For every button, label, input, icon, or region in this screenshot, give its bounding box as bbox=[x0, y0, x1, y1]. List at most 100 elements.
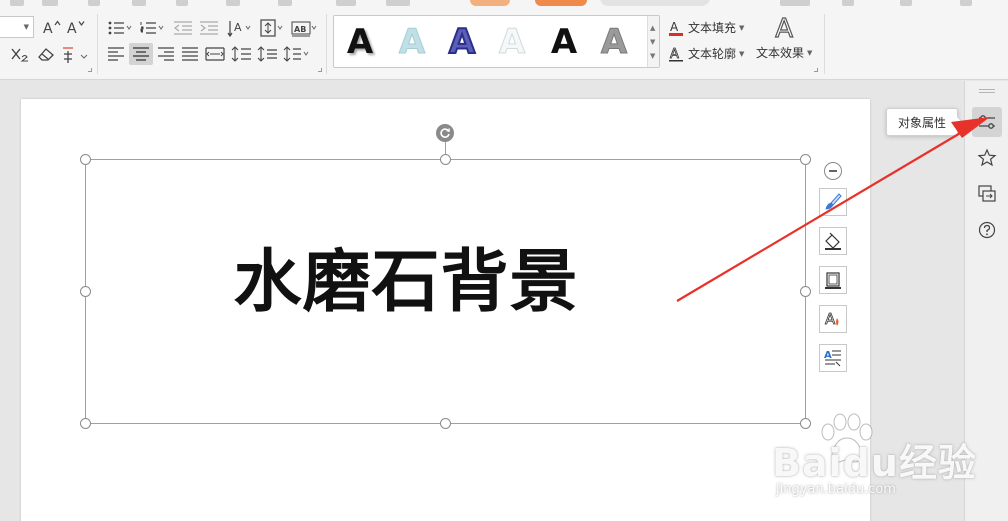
grow-font-icon: A bbox=[43, 20, 61, 35]
text-wrap-button[interactable]: A bbox=[819, 344, 847, 372]
subscript-button[interactable] bbox=[8, 45, 32, 63]
shrink-font-button[interactable]: A bbox=[66, 17, 86, 37]
shape-style-button[interactable] bbox=[819, 188, 847, 216]
text-box-content[interactable]: 水磨石背景 bbox=[85, 248, 727, 316]
paragraph-options-button[interactable] bbox=[282, 44, 312, 64]
paragraph-dialog-launcher[interactable] bbox=[318, 68, 322, 72]
animation-button[interactable] bbox=[972, 143, 1002, 173]
resize-handle-bottom[interactable] bbox=[440, 418, 451, 429]
text-style-option[interactable]: A bbox=[492, 20, 532, 64]
resize-handle-right[interactable] bbox=[800, 286, 811, 297]
resize-handle-top-right[interactable] bbox=[800, 154, 811, 165]
menu-item-cropped[interactable] bbox=[88, 0, 100, 6]
menu-item-cropped[interactable] bbox=[336, 0, 356, 6]
text-outline-icon: A bbox=[669, 46, 683, 62]
shape-fill-button[interactable] bbox=[819, 227, 847, 255]
menu-item-cropped[interactable] bbox=[900, 0, 912, 6]
column-text-icon: AB bbox=[291, 21, 317, 37]
text-style-option[interactable]: A bbox=[340, 20, 380, 64]
help-button[interactable] bbox=[972, 215, 1002, 245]
increase-indent-icon bbox=[200, 21, 218, 35]
text-effect-quick-button[interactable]: A bbox=[819, 305, 847, 333]
align-left-icon bbox=[108, 47, 124, 61]
svg-text:A: A bbox=[670, 20, 679, 34]
grow-font-button[interactable]: A bbox=[42, 17, 62, 37]
menu-tab-highlight-cropped[interactable] bbox=[535, 0, 587, 6]
resize-handle-top-left[interactable] bbox=[80, 154, 91, 165]
menu-icon-cropped[interactable] bbox=[10, 0, 24, 6]
svg-text:A: A bbox=[670, 47, 679, 62]
text-fill-button[interactable]: A 文本填充 ▼ bbox=[668, 19, 744, 36]
svg-text:A: A bbox=[825, 310, 836, 328]
ribbon-toolbar: ▼ A A A AB A A A A A A ▲ ▼ ▼ A 文本填充 ▼ A … bbox=[0, 0, 1008, 80]
gallery-scrollbar[interactable]: ▲ ▼ ▼ bbox=[647, 16, 659, 67]
svg-text:A: A bbox=[67, 21, 77, 35]
chevron-down-icon[interactable]: ▼ bbox=[650, 38, 655, 46]
search-box-cropped[interactable] bbox=[600, 0, 710, 6]
tooltip-text: 对象属性 bbox=[897, 115, 946, 130]
text-style-dialog-launcher[interactable] bbox=[814, 68, 818, 72]
svg-text:A: A bbox=[43, 21, 53, 35]
chevron-down-icon: ▼ bbox=[807, 48, 813, 57]
phonetic-guide-icon bbox=[63, 47, 88, 63]
object-properties-button[interactable] bbox=[972, 107, 1002, 137]
watermark-brand: Baidu经验 bbox=[772, 441, 977, 485]
resize-handle-left[interactable] bbox=[80, 286, 91, 297]
shape-outline-button[interactable] bbox=[819, 266, 847, 294]
more-icon[interactable]: ▼ bbox=[650, 52, 655, 60]
menu-item-cropped[interactable] bbox=[132, 0, 146, 6]
svg-text:A: A bbox=[234, 21, 242, 34]
text-direction-icon: A bbox=[227, 21, 251, 38]
menu-item-cropped[interactable] bbox=[842, 0, 854, 6]
text-align-vertical-button[interactable] bbox=[258, 17, 286, 39]
brush-icon bbox=[825, 193, 842, 210]
resize-handle-bottom-left[interactable] bbox=[80, 418, 91, 429]
text-style-option[interactable]: A bbox=[544, 20, 584, 64]
menu-item-cropped[interactable] bbox=[226, 0, 240, 6]
text-style-option[interactable]: A bbox=[442, 20, 482, 64]
align-right-button[interactable] bbox=[156, 44, 176, 64]
text-outline-button[interactable]: A 文本轮廓 ▼ bbox=[668, 45, 744, 62]
menu-item-cropped[interactable] bbox=[176, 0, 188, 6]
menu-item-cropped[interactable] bbox=[42, 0, 58, 6]
align-left-button[interactable] bbox=[106, 44, 126, 64]
resize-handle-top[interactable] bbox=[440, 154, 451, 165]
font-dialog-launcher[interactable] bbox=[88, 68, 92, 72]
outline-icon bbox=[825, 272, 841, 289]
align-center-button[interactable] bbox=[129, 43, 153, 65]
column-text-button[interactable]: AB bbox=[290, 17, 320, 39]
font-size-select[interactable]: ▼ bbox=[0, 16, 34, 38]
collapse-quick-toolbar-button[interactable] bbox=[824, 162, 842, 180]
rotate-icon bbox=[440, 128, 450, 138]
bullet-list-button[interactable] bbox=[106, 18, 134, 38]
object-properties-tooltip: 对象属性 bbox=[886, 108, 958, 136]
chevron-up-icon[interactable]: ▲ bbox=[650, 24, 655, 32]
paragraph-options-icon bbox=[283, 46, 309, 62]
phonetic-guide-button[interactable] bbox=[60, 44, 90, 64]
sliders-icon bbox=[979, 115, 995, 129]
menu-item-cropped[interactable] bbox=[278, 0, 292, 6]
slide-transition-button[interactable] bbox=[972, 179, 1002, 209]
numbered-list-button[interactable] bbox=[138, 18, 166, 38]
svg-text:AB: AB bbox=[294, 25, 306, 34]
decrease-indent-button[interactable] bbox=[172, 18, 194, 38]
sidebar-grip[interactable] bbox=[979, 89, 995, 90]
group-separator bbox=[824, 14, 825, 74]
paragraph-spacing-button[interactable] bbox=[256, 44, 280, 64]
text-style-option[interactable]: A bbox=[594, 20, 634, 64]
increase-indent-button[interactable] bbox=[198, 18, 220, 38]
rotate-handle[interactable] bbox=[436, 124, 454, 142]
menu-item-cropped[interactable] bbox=[960, 0, 972, 6]
justify-button[interactable] bbox=[180, 44, 200, 64]
menu-tab-cropped[interactable] bbox=[470, 0, 510, 6]
shrink-font-icon: A bbox=[67, 21, 85, 35]
clear-format-button[interactable] bbox=[36, 45, 56, 63]
numbered-list-icon bbox=[140, 22, 164, 34]
text-style-option[interactable]: A bbox=[392, 20, 432, 64]
text-effect-button[interactable]: A 文本效果 ▼ bbox=[756, 15, 813, 61]
menu-item-cropped[interactable] bbox=[386, 0, 410, 6]
line-spacing-button[interactable] bbox=[230, 44, 254, 64]
distribute-button[interactable] bbox=[204, 44, 226, 64]
menu-item-cropped[interactable] bbox=[780, 0, 810, 6]
text-direction-button[interactable]: A bbox=[226, 17, 254, 39]
